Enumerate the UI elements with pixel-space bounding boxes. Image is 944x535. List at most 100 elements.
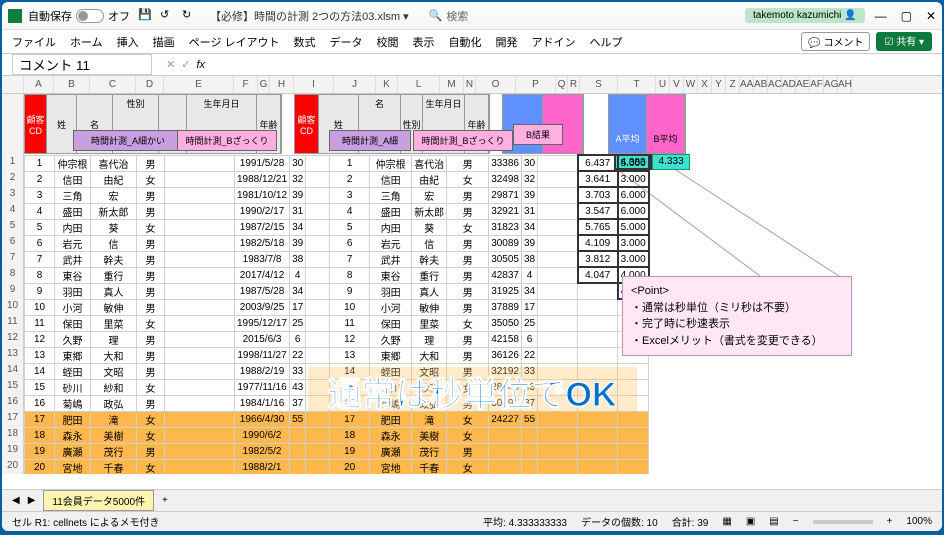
col-header[interactable]: AF: [810, 76, 824, 93]
add-sheet-button[interactable]: +: [162, 495, 168, 506]
col-header[interactable]: H: [270, 76, 294, 93]
fx-icon[interactable]: fx: [196, 59, 205, 71]
btn-time-a2[interactable]: 時間計測_A細: [329, 130, 411, 151]
row-header[interactable]: 12: [2, 330, 24, 346]
tab[interactable]: ホーム: [70, 34, 103, 50]
tab[interactable]: データ: [330, 34, 363, 50]
tab[interactable]: 開発: [496, 34, 518, 50]
tab[interactable]: ヘルプ: [590, 34, 623, 50]
table-row[interactable]: 3三角宏男1981/10/12393三角宏男29871393.7036.000: [25, 187, 649, 203]
worksheet-area[interactable]: ABCDEFGHIJKLMNOPQRSTUVWXYZAAABACADAEAFAG…: [2, 76, 942, 474]
col-header[interactable]: X: [698, 76, 712, 93]
row-header[interactable]: 15: [2, 378, 24, 394]
btn-time-b2[interactable]: 時間計測_Bざっくり: [413, 130, 513, 151]
tab[interactable]: 挿入: [117, 34, 139, 50]
row-header[interactable]: 8: [2, 266, 24, 282]
table-row[interactable]: 15砂川紗和女1977/11/164315砂川紗和女2844543: [25, 379, 649, 395]
zoom-in-button[interactable]: +: [887, 516, 893, 527]
table-row[interactable]: 17肥田滝女1966/4/305517肥田滝女2422755: [25, 411, 649, 427]
col-header[interactable]: T: [618, 76, 656, 93]
row-header[interactable]: 3: [2, 186, 24, 202]
col-header[interactable]: W: [684, 76, 698, 93]
comments-button[interactable]: 💬 コメント: [801, 32, 870, 51]
user-badge[interactable]: takemoto kazumichi 👤: [745, 8, 865, 23]
row-header[interactable]: 1: [2, 154, 24, 170]
redo-icon[interactable]: ↻: [182, 8, 198, 24]
tab-nav-prev[interactable]: ◀: [12, 495, 20, 506]
view-normal-icon[interactable]: ▦: [722, 516, 731, 527]
col-header[interactable]: U: [656, 76, 670, 93]
table-row[interactable]: 18森永美樹女1990/6/218森永美樹女: [25, 427, 649, 443]
table-row[interactable]: 14蛭田文昭男1988/2/193314蛭田文昭男3219233: [25, 363, 649, 379]
table-row[interactable]: 8東谷重行男2017/4/1248東谷重行男4283744.0474.000: [25, 267, 649, 283]
tab[interactable]: 校閲: [377, 34, 399, 50]
table-row[interactable]: 7武井幹夫男1983/7/8387武井幹夫男30505383.8123.000: [25, 251, 649, 267]
tab[interactable]: 数式: [294, 34, 316, 50]
maximize-button[interactable]: ▢: [901, 9, 912, 23]
undo-icon[interactable]: ↺: [160, 8, 176, 24]
zoom-level[interactable]: 100%: [906, 516, 932, 527]
column-headers[interactable]: ABCDEFGHIJKLMNOPQRSTUVWXYZAAABACADAEAFAG…: [2, 76, 942, 94]
zoom-out-button[interactable]: −: [793, 516, 799, 527]
col-header[interactable]: Y: [712, 76, 726, 93]
table-row[interactable]: 4盛田新太郎男1990/2/17314盛田新太郎男32921313.5476.0…: [25, 203, 649, 219]
table-row[interactable]: 2信田由紀女1988/12/21322信田由紀女32498323.6413.00…: [25, 171, 649, 187]
col-header[interactable]: C: [90, 76, 136, 93]
save-icon[interactable]: 💾: [138, 8, 154, 24]
col-header[interactable]: D: [136, 76, 164, 93]
table-row[interactable]: 5内田葵女1987/2/15345内田葵女31823345.7655.000: [25, 219, 649, 235]
table-row[interactable]: 13東郷大和男1998/11/272213東郷大和男3612622: [25, 347, 649, 363]
row-headers[interactable]: 12345678910111213141516171819202122: [2, 94, 24, 474]
col-header[interactable]: F: [234, 76, 258, 93]
avg-b-value[interactable]: 4.333: [652, 154, 690, 170]
name-box[interactable]: [12, 54, 152, 75]
tab[interactable]: ページ レイアウト: [189, 34, 280, 50]
tab[interactable]: ファイル: [12, 34, 56, 50]
tab[interactable]: 自動化: [449, 34, 482, 50]
tab[interactable]: アドイン: [532, 34, 576, 50]
zoom-slider[interactable]: [813, 520, 873, 524]
col-header[interactable]: AD: [782, 76, 796, 93]
view-layout-icon[interactable]: ▣: [746, 516, 755, 527]
table-row[interactable]: 16菊嶋政弘男1984/1/163716菊嶋政弘男3069737: [25, 395, 649, 411]
autosave-toggle[interactable]: 自動保存 オフ: [28, 8, 130, 24]
table-row[interactable]: 19廣瀬茂行男1982/5/219廣瀬茂行男: [25, 443, 649, 459]
row-header[interactable]: 13: [2, 346, 24, 362]
toggle-off-icon[interactable]: [76, 9, 104, 23]
btn-time-a[interactable]: 時間計測_A細かい: [73, 130, 183, 151]
col-header[interactable]: R: [568, 76, 580, 93]
row-header[interactable]: 6: [2, 234, 24, 250]
col-header[interactable]: P: [516, 76, 556, 93]
tab[interactable]: 描画: [153, 34, 175, 50]
row-header[interactable]: 4: [2, 202, 24, 218]
col-header[interactable]: AG: [824, 76, 838, 93]
close-button[interactable]: ✕: [926, 9, 936, 23]
table-row[interactable]: 1仲宗根喜代治男1991/5/28301仲宗根喜代治男33386306.4375…: [25, 155, 649, 171]
row-header[interactable]: 5: [2, 218, 24, 234]
note-comment-box[interactable]: <Point> ・通常は秒単位（ミリ秒は不要） ・完了時に秒速表示 ・Excel…: [622, 276, 852, 356]
col-header[interactable]: M: [440, 76, 464, 93]
data-grid[interactable]: 1仲宗根喜代治男1991/5/28301仲宗根喜代治男33386306.4375…: [24, 154, 650, 474]
row-header[interactable]: 19: [2, 442, 24, 458]
row-header[interactable]: 2: [2, 170, 24, 186]
col-header[interactable]: Z: [726, 76, 740, 93]
col-header[interactable]: V: [670, 76, 684, 93]
minimize-button[interactable]: —: [875, 9, 887, 23]
table-row[interactable]: 11保田里菜女1995/12/172511保田里菜女3505025: [25, 315, 649, 331]
col-header[interactable]: I: [294, 76, 334, 93]
row-header[interactable]: 10: [2, 298, 24, 314]
col-header[interactable]: L: [398, 76, 440, 93]
table-row[interactable]: 6岩元信男1982/5/18396岩元信男30089394.1093.000: [25, 235, 649, 251]
col-header[interactable]: K: [376, 76, 398, 93]
btn-time-b[interactable]: 時間計測_Bざっくり: [177, 130, 277, 151]
search-box[interactable]: 🔍 検索: [429, 8, 469, 24]
col-header[interactable]: AC: [768, 76, 782, 93]
col-header[interactable]: AA: [740, 76, 754, 93]
tab-nav-next[interactable]: ▶: [28, 495, 36, 506]
col-header[interactable]: AB: [754, 76, 768, 93]
row-header[interactable]: 18: [2, 426, 24, 442]
row-header[interactable]: 16: [2, 394, 24, 410]
row-header[interactable]: 14: [2, 362, 24, 378]
row-header[interactable]: 9: [2, 282, 24, 298]
cancel-icon[interactable]: ✕: [166, 58, 175, 71]
